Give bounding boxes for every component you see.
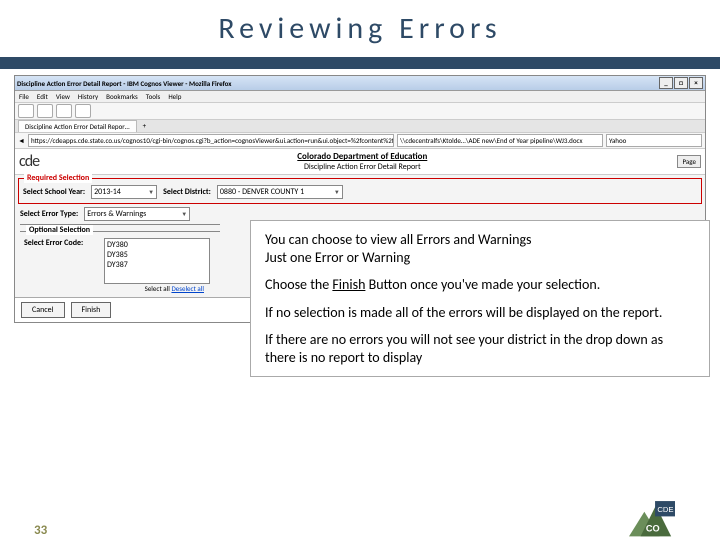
page-link[interactable]: Page (677, 155, 701, 168)
minimize-button[interactable]: _ (659, 77, 673, 89)
window-title: Discipline Action Error Detail Report - … (17, 79, 232, 88)
callout-p2b: Button once you've made your selection. (365, 276, 600, 293)
select-deselect-row: Select all Deselect all (104, 284, 204, 293)
year-select[interactable]: 2013-14 ▼ (91, 185, 157, 199)
home-button[interactable] (75, 104, 91, 118)
menu-view[interactable]: View (56, 92, 70, 101)
browser-nav-toolbar (15, 103, 705, 120)
cancel-button[interactable]: Cancel (21, 302, 65, 318)
menu-edit[interactable]: Edit (37, 92, 48, 101)
list-item[interactable]: DY380 (107, 240, 207, 250)
browser-tab[interactable]: Discipline Action Error Detail Repor… (18, 120, 137, 132)
year-value: 2013-14 (94, 187, 121, 197)
slide-title: Reviewing Errors (0, 10, 720, 47)
select-all-text: Select all (145, 284, 172, 293)
cde-logo: cde (19, 152, 39, 171)
report-org-title: Colorado Department of Education (47, 151, 677, 162)
required-fieldset: Required Selection Select School Year: 2… (18, 178, 702, 204)
close-button[interactable]: × (689, 77, 703, 89)
menu-tools[interactable]: Tools (146, 92, 161, 101)
district-select[interactable]: 0880 - DENVER COUNTY 1 ▼ (217, 185, 343, 199)
title-accent-bar (0, 57, 720, 69)
back-icon[interactable]: ◄ (18, 136, 25, 145)
instruction-callout: You can choose to view all Errors and Wa… (250, 220, 710, 377)
year-label: Select School Year: (23, 187, 85, 197)
window-controls: _ □ × (659, 77, 703, 89)
optional-fieldset: Optional Selection Select Error Code: DY… (20, 231, 220, 295)
chevron-down-icon: ▼ (181, 210, 187, 218)
svg-text:CO: CO (646, 524, 660, 534)
tab-strip: Discipline Action Error Detail Repor… + (15, 120, 705, 133)
maximize-button[interactable]: □ (674, 77, 688, 89)
errorcode-listbox[interactable]: DY380 DY385 DY387 (104, 238, 210, 284)
menu-file[interactable]: File (19, 92, 29, 101)
cde-footer-logo: CDE CO (612, 498, 692, 544)
district-value: 0880 - DENVER COUNTY 1 (220, 187, 304, 197)
new-tab-button[interactable]: + (137, 120, 153, 132)
error-type-row: Select Error Type: Errors & Warnings ▼ (20, 207, 700, 221)
menu-history[interactable]: History (78, 92, 98, 101)
search-input[interactable]: Yahoo (606, 134, 702, 147)
search-engine-label: Yahoo (609, 136, 626, 145)
list-item[interactable]: DY385 (107, 250, 207, 260)
finish-button[interactable]: Finish (71, 302, 112, 318)
callout-p2a: Choose the (265, 276, 332, 293)
forward-button[interactable] (37, 104, 53, 118)
callout-p4: If there are no errors you will not see … (265, 331, 695, 366)
callout-finish-word: Finish (332, 276, 365, 293)
bookmark-path: \\cdecentralfs\Ktolde…\ADE new\End of Ye… (397, 134, 603, 147)
callout-line2: Just one Error or Warning (265, 249, 410, 266)
list-item[interactable]: DY387 (107, 260, 207, 270)
back-button[interactable] (18, 104, 34, 118)
optional-legend: Optional Selection (26, 225, 93, 235)
reload-button[interactable] (56, 104, 72, 118)
callout-line1: You can choose to view all Errors and Wa… (265, 231, 532, 248)
browser-titlebar: Discipline Action Error Detail Report - … (15, 76, 705, 91)
errorcode-label: Select Error Code: (24, 238, 94, 248)
chevron-down-icon: ▼ (334, 188, 340, 196)
browser-menubar: File Edit View History Bookmarks Tools H… (15, 91, 705, 103)
url-input[interactable]: https://cdeapps.cde.state.co.us/cognos10… (28, 134, 394, 147)
callout-p3: If no selection is made all of the error… (265, 304, 695, 322)
address-row: ◄ https://cdeapps.cde.state.co.us/cognos… (15, 133, 705, 149)
errortype-value: Errors & Warnings (87, 209, 146, 219)
deselect-all-link[interactable]: Deselect all (171, 284, 204, 293)
report-title-block: Colorado Department of Education Discipl… (47, 151, 677, 172)
menu-help[interactable]: Help (168, 92, 181, 101)
required-legend: Required Selection (24, 173, 92, 183)
report-header: cde Colorado Department of Education Dis… (15, 149, 705, 175)
slide-number: 33 (34, 523, 47, 538)
errortype-label: Select Error Type: (20, 209, 78, 219)
svg-text:CDE: CDE (657, 505, 673, 514)
report-name: Discipline Action Error Detail Report (47, 162, 677, 172)
district-label: Select District: (163, 187, 211, 197)
chevron-down-icon: ▼ (148, 188, 154, 196)
menu-bookmarks[interactable]: Bookmarks (106, 92, 138, 101)
errortype-select[interactable]: Errors & Warnings ▼ (84, 207, 190, 221)
